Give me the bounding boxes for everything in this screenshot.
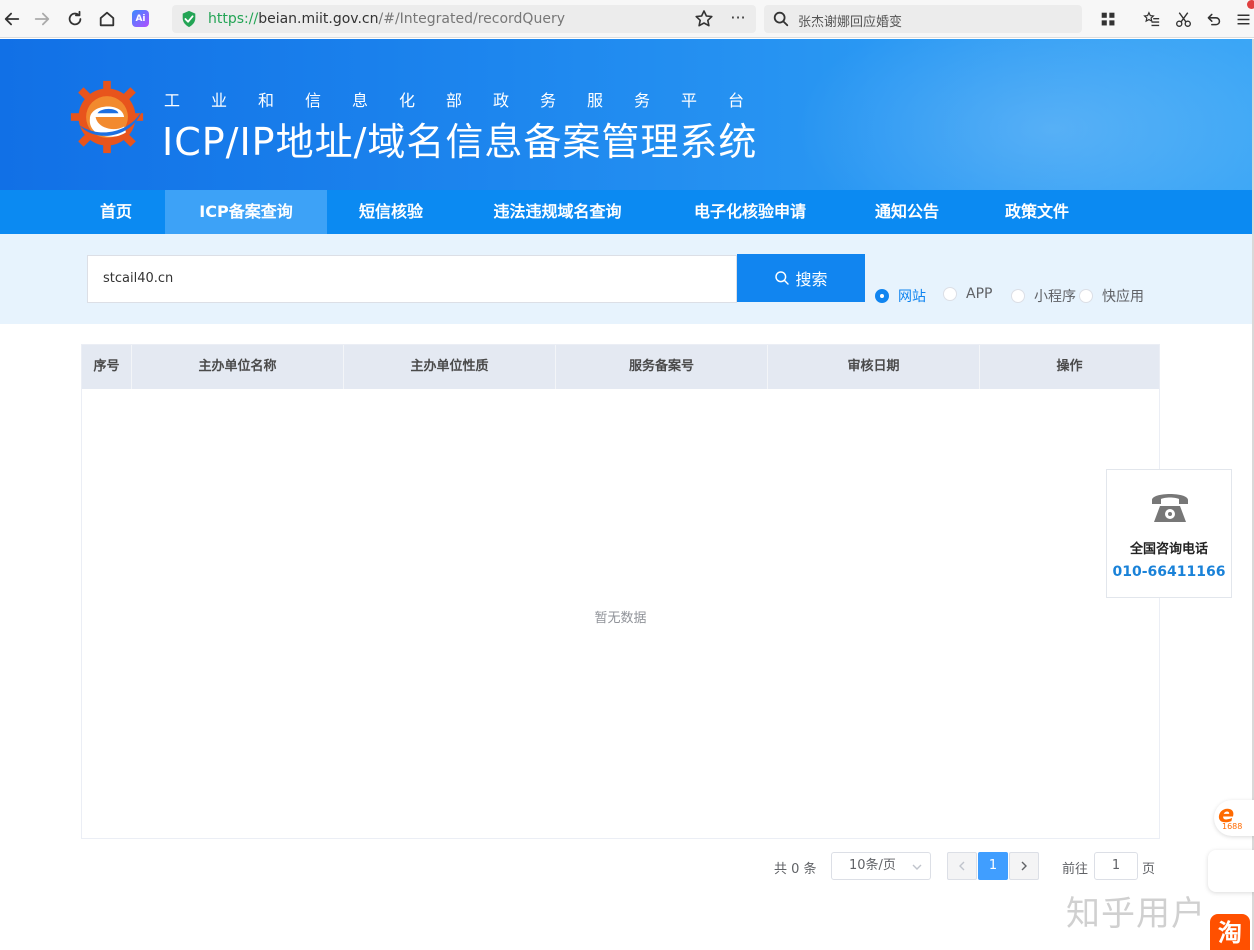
forward-icon[interactable] [30, 7, 54, 31]
column-header-organizer-name: 主办单位名称 [132, 345, 344, 389]
nav-item-icp-query[interactable]: ICP备案查询 [165, 190, 327, 234]
prev-page-button[interactable] [947, 852, 977, 880]
radio-dot [1079, 289, 1093, 303]
url-text: https://beian.miit.gov.cn/#/Integrated/r… [208, 11, 565, 27]
back-icon[interactable] [0, 7, 24, 31]
floating-side-tab[interactable] [1208, 850, 1254, 892]
chevron-down-icon [912, 864, 922, 870]
column-header-organizer-type: 主办单位性质 [344, 345, 556, 389]
more-dots-icon[interactable]: ··· [726, 8, 750, 28]
address-bar[interactable]: https://beian.miit.gov.cn/#/Integrated/r… [172, 5, 756, 33]
empty-table-text: 暂无数据 [594, 611, 647, 626]
url-path: /#/Integrated/recordQuery [378, 11, 565, 27]
taobao-badge[interactable]: 淘 [1210, 914, 1250, 950]
radio-dot [875, 289, 889, 303]
search-icon [773, 11, 789, 27]
hotline-label: 全国咨询电话 [1129, 542, 1208, 557]
page-size-select[interactable]: 10条/页 [831, 852, 931, 880]
apps-grid-icon[interactable] [1097, 8, 1119, 30]
page-size-value: 10条/页 [849, 858, 896, 873]
radio-label: APP [966, 286, 993, 302]
menu-hamburger-icon[interactable] [1232, 8, 1254, 30]
zhihu-watermark: 知乎用户 [1066, 894, 1206, 934]
column-header-record-number: 服务备案号 [556, 345, 768, 389]
ai-extension-icon[interactable]: Ai [132, 10, 149, 27]
nav-item-illegal-domain-query[interactable]: 违法违规域名查询 [455, 190, 660, 234]
miit-logo-icon [70, 80, 144, 154]
hotline-number: 010-66411166 [1112, 564, 1226, 580]
url-protocol: https:// [208, 11, 259, 27]
radio-label: 网站 [898, 289, 926, 305]
home-icon[interactable] [95, 7, 119, 31]
pagination-total: 共 0 条 [774, 862, 817, 877]
header-banner: 工业和信息化部政务服务平台 ICP/IP地址/域名信息备案管理系统 [0, 39, 1252, 190]
column-header-index: 序号 [82, 345, 132, 389]
radio-mini-program[interactable]: 小程序 [1011, 286, 1076, 306]
browser-toolbar: Ai https://beian.miit.gov.cn/#/Integrate… [0, 0, 1254, 38]
radio-dot [943, 287, 957, 301]
goto-page-input[interactable]: 1 [1094, 852, 1138, 880]
nav-item-policy-docs[interactable]: 政策文件 [974, 190, 1100, 234]
chevron-right-icon [1021, 861, 1027, 871]
query-input[interactable]: stcail40.cn [87, 255, 737, 303]
radio-app[interactable]: APP [943, 286, 992, 302]
radio-label: 小程序 [1034, 289, 1076, 305]
platform-name: 工业和信息化部政务服务平台 [164, 91, 776, 110]
chevron-left-icon [959, 861, 965, 871]
url-host: beian.miit.gov.cn [258, 11, 379, 27]
system-title: ICP/IP地址/域名信息备案管理系统 [162, 120, 758, 164]
next-page-button[interactable] [1009, 852, 1039, 880]
telephone-icon [1152, 494, 1188, 522]
goto-suffix: 页 [1142, 862, 1156, 877]
browser-search-text: 张杰谢娜回应婚变 [798, 15, 903, 30]
search-icon [775, 271, 790, 285]
scissors-icon[interactable] [1172, 8, 1194, 30]
page-number-current[interactable]: 1 [978, 852, 1008, 880]
nav-item-notices[interactable]: 通知公告 [840, 190, 974, 234]
results-table: 序号 主办单位名称 主办单位性质 服务备案号 审核日期 操作 暂无数据 [81, 344, 1160, 839]
badge-1688-text: 1688 [1222, 822, 1243, 831]
nav-item-e-verify-apply[interactable]: 电子化核验申请 [660, 190, 840, 234]
radio-quick-app[interactable]: 快应用 [1079, 286, 1144, 306]
secure-shield-icon [182, 10, 196, 28]
alibaba-1688-badge[interactable]: e 1688 [1214, 800, 1254, 836]
bookmark-star-icon[interactable] [694, 9, 714, 29]
search-button[interactable]: 搜索 [737, 254, 865, 302]
hotline-card[interactable]: 全国咨询电话 010-66411166 [1106, 469, 1232, 598]
banner-decoration [792, 39, 1252, 190]
column-header-actions: 操作 [1056, 359, 1083, 374]
favorites-list-icon[interactable] [1140, 8, 1162, 30]
reload-icon[interactable] [63, 7, 87, 31]
nav-item-home[interactable]: 首页 [68, 190, 164, 234]
notification-dot [1247, 0, 1254, 9]
radio-website[interactable]: 网站 [875, 286, 926, 306]
radio-dot [1011, 289, 1025, 303]
radio-label: 快应用 [1102, 289, 1144, 305]
search-button-label: 搜索 [795, 270, 828, 289]
main-nav: 首页 ICP备案查询 短信核验 违法违规域名查询 电子化核验申请 通知公告 政策… [0, 190, 1252, 234]
undo-icon[interactable] [1202, 8, 1224, 30]
column-header-review-date: 审核日期 [768, 345, 980, 389]
search-area: stcail40.cn 搜索 网站 APP 小程序 快应用 [0, 234, 1252, 324]
table-header: 序号 主办单位名称 主办单位性质 服务备案号 审核日期 操作 [82, 345, 1159, 389]
nav-item-sms-verify[interactable]: 短信核验 [327, 190, 455, 234]
goto-label: 前往 [1062, 862, 1089, 877]
page-root: Ai https://beian.miit.gov.cn/#/Integrate… [0, 0, 1254, 950]
browser-search-box[interactable]: 张杰谢娜回应婚变 [764, 5, 1082, 33]
